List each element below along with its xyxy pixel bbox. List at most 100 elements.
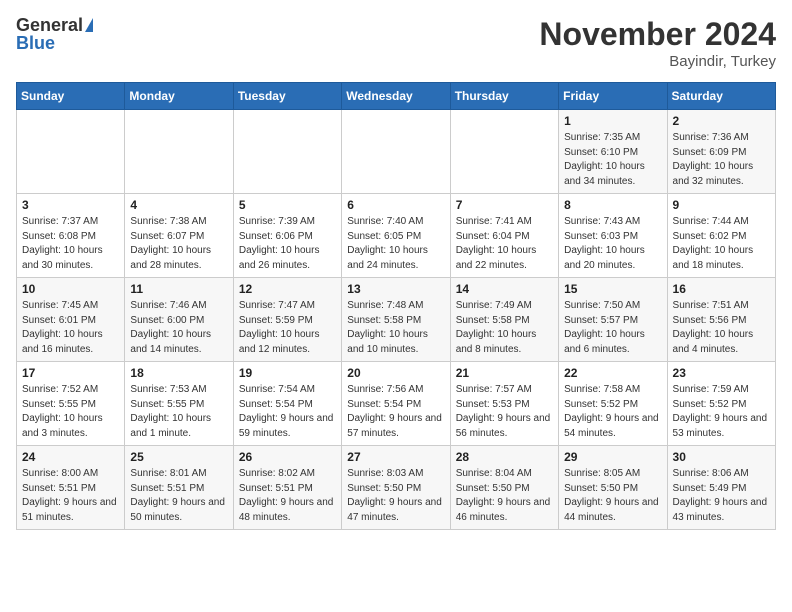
calendar-cell: 7 Sunrise: 7:41 AMSunset: 6:04 PMDayligh… [450, 194, 558, 278]
weekday-header: Monday [125, 83, 233, 110]
calendar-cell: 30 Sunrise: 8:06 AMSunset: 5:49 PMDaylig… [667, 446, 775, 530]
logo: General Blue [16, 16, 93, 52]
weekday-header: Saturday [667, 83, 775, 110]
day-number: 2 [673, 114, 770, 128]
cell-info: Sunrise: 8:03 AMSunset: 5:50 PMDaylight:… [347, 467, 444, 525]
weekday-header: Friday [559, 83, 667, 110]
day-number: 6 [347, 198, 444, 212]
page-header: General Blue November 2024 Bayindir, Tur… [16, 16, 776, 70]
month-title: November 2024 [539, 16, 776, 53]
cell-info: Sunrise: 7:37 AMSunset: 6:08 PMDaylight:… [22, 215, 119, 273]
cell-info: Sunrise: 7:59 AMSunset: 5:52 PMDaylight:… [673, 383, 770, 441]
calendar-cell: 29 Sunrise: 8:05 AMSunset: 5:50 PMDaylig… [559, 446, 667, 530]
cell-info: Sunrise: 7:56 AMSunset: 5:54 PMDaylight:… [347, 383, 444, 441]
calendar-cell: 2 Sunrise: 7:36 AMSunset: 6:09 PMDayligh… [667, 110, 775, 194]
calendar-cell: 24 Sunrise: 8:00 AMSunset: 5:51 PMDaylig… [17, 446, 125, 530]
weekday-header: Sunday [17, 83, 125, 110]
calendar-cell: 21 Sunrise: 7:57 AMSunset: 5:53 PMDaylig… [450, 362, 558, 446]
day-number: 15 [564, 282, 661, 296]
cell-info: Sunrise: 8:02 AMSunset: 5:51 PMDaylight:… [239, 467, 336, 525]
cell-info: Sunrise: 8:01 AMSunset: 5:51 PMDaylight:… [130, 467, 227, 525]
cell-info: Sunrise: 8:05 AMSunset: 5:50 PMDaylight:… [564, 467, 661, 525]
cell-info: Sunrise: 7:54 AMSunset: 5:54 PMDaylight:… [239, 383, 336, 441]
cell-info: Sunrise: 7:44 AMSunset: 6:02 PMDaylight:… [673, 215, 770, 273]
cell-info: Sunrise: 7:35 AMSunset: 6:10 PMDaylight:… [564, 131, 661, 189]
cell-info: Sunrise: 8:00 AMSunset: 5:51 PMDaylight:… [22, 467, 119, 525]
day-number: 23 [673, 366, 770, 380]
day-number: 24 [22, 450, 119, 464]
day-number: 16 [673, 282, 770, 296]
weekday-header: Wednesday [342, 83, 450, 110]
calendar-cell: 8 Sunrise: 7:43 AMSunset: 6:03 PMDayligh… [559, 194, 667, 278]
cell-info: Sunrise: 7:41 AMSunset: 6:04 PMDaylight:… [456, 215, 553, 273]
cell-info: Sunrise: 7:51 AMSunset: 5:56 PMDaylight:… [673, 299, 770, 357]
cell-info: Sunrise: 7:50 AMSunset: 5:57 PMDaylight:… [564, 299, 661, 357]
calendar-cell: 20 Sunrise: 7:56 AMSunset: 5:54 PMDaylig… [342, 362, 450, 446]
day-number: 8 [564, 198, 661, 212]
calendar-cell: 4 Sunrise: 7:38 AMSunset: 6:07 PMDayligh… [125, 194, 233, 278]
day-number: 14 [456, 282, 553, 296]
day-number: 4 [130, 198, 227, 212]
calendar-cell: 12 Sunrise: 7:47 AMSunset: 5:59 PMDaylig… [233, 278, 341, 362]
day-number: 5 [239, 198, 336, 212]
day-number: 9 [673, 198, 770, 212]
day-number: 25 [130, 450, 227, 464]
calendar-cell [233, 110, 341, 194]
cell-info: Sunrise: 7:49 AMSunset: 5:58 PMDaylight:… [456, 299, 553, 357]
cell-info: Sunrise: 7:43 AMSunset: 6:03 PMDaylight:… [564, 215, 661, 273]
logo-triangle-icon [85, 18, 93, 32]
calendar-cell: 19 Sunrise: 7:54 AMSunset: 5:54 PMDaylig… [233, 362, 341, 446]
day-number: 21 [456, 366, 553, 380]
calendar-cell [17, 110, 125, 194]
day-number: 10 [22, 282, 119, 296]
calendar-cell [125, 110, 233, 194]
day-number: 22 [564, 366, 661, 380]
calendar-cell: 5 Sunrise: 7:39 AMSunset: 6:06 PMDayligh… [233, 194, 341, 278]
cell-info: Sunrise: 7:53 AMSunset: 5:55 PMDaylight:… [130, 383, 227, 441]
weekday-header: Tuesday [233, 83, 341, 110]
calendar-cell: 1 Sunrise: 7:35 AMSunset: 6:10 PMDayligh… [559, 110, 667, 194]
calendar-table: SundayMondayTuesdayWednesdayThursdayFrid… [16, 82, 776, 530]
logo-blue-text: Blue [16, 34, 55, 52]
title-area: November 2024 Bayindir, Turkey [539, 16, 776, 70]
cell-info: Sunrise: 7:38 AMSunset: 6:07 PMDaylight:… [130, 215, 227, 273]
cell-info: Sunrise: 7:45 AMSunset: 6:01 PMDaylight:… [22, 299, 119, 357]
day-number: 29 [564, 450, 661, 464]
calendar-cell: 14 Sunrise: 7:49 AMSunset: 5:58 PMDaylig… [450, 278, 558, 362]
calendar-cell: 28 Sunrise: 8:04 AMSunset: 5:50 PMDaylig… [450, 446, 558, 530]
cell-info: Sunrise: 7:47 AMSunset: 5:59 PMDaylight:… [239, 299, 336, 357]
day-number: 30 [673, 450, 770, 464]
day-number: 28 [456, 450, 553, 464]
calendar-week-row: 3 Sunrise: 7:37 AMSunset: 6:08 PMDayligh… [17, 194, 776, 278]
calendar-cell: 27 Sunrise: 8:03 AMSunset: 5:50 PMDaylig… [342, 446, 450, 530]
calendar-cell: 18 Sunrise: 7:53 AMSunset: 5:55 PMDaylig… [125, 362, 233, 446]
calendar-cell: 6 Sunrise: 7:40 AMSunset: 6:05 PMDayligh… [342, 194, 450, 278]
calendar-cell: 15 Sunrise: 7:50 AMSunset: 5:57 PMDaylig… [559, 278, 667, 362]
calendar-body: 1 Sunrise: 7:35 AMSunset: 6:10 PMDayligh… [17, 110, 776, 530]
calendar-cell: 22 Sunrise: 7:58 AMSunset: 5:52 PMDaylig… [559, 362, 667, 446]
cell-info: Sunrise: 8:04 AMSunset: 5:50 PMDaylight:… [456, 467, 553, 525]
cell-info: Sunrise: 7:57 AMSunset: 5:53 PMDaylight:… [456, 383, 553, 441]
cell-info: Sunrise: 7:46 AMSunset: 6:00 PMDaylight:… [130, 299, 227, 357]
cell-info: Sunrise: 7:36 AMSunset: 6:09 PMDaylight:… [673, 131, 770, 189]
calendar-cell: 10 Sunrise: 7:45 AMSunset: 6:01 PMDaylig… [17, 278, 125, 362]
cell-info: Sunrise: 7:39 AMSunset: 6:06 PMDaylight:… [239, 215, 336, 273]
calendar-week-row: 17 Sunrise: 7:52 AMSunset: 5:55 PMDaylig… [17, 362, 776, 446]
location: Bayindir, Turkey [539, 53, 776, 70]
calendar-cell [342, 110, 450, 194]
calendar-cell: 26 Sunrise: 8:02 AMSunset: 5:51 PMDaylig… [233, 446, 341, 530]
calendar-cell: 16 Sunrise: 7:51 AMSunset: 5:56 PMDaylig… [667, 278, 775, 362]
calendar-cell: 11 Sunrise: 7:46 AMSunset: 6:00 PMDaylig… [125, 278, 233, 362]
day-number: 18 [130, 366, 227, 380]
day-number: 17 [22, 366, 119, 380]
calendar-cell: 23 Sunrise: 7:59 AMSunset: 5:52 PMDaylig… [667, 362, 775, 446]
cell-info: Sunrise: 7:58 AMSunset: 5:52 PMDaylight:… [564, 383, 661, 441]
day-number: 27 [347, 450, 444, 464]
calendar-cell [450, 110, 558, 194]
calendar-header: SundayMondayTuesdayWednesdayThursdayFrid… [17, 83, 776, 110]
calendar-cell: 9 Sunrise: 7:44 AMSunset: 6:02 PMDayligh… [667, 194, 775, 278]
calendar-week-row: 1 Sunrise: 7:35 AMSunset: 6:10 PMDayligh… [17, 110, 776, 194]
calendar-cell: 17 Sunrise: 7:52 AMSunset: 5:55 PMDaylig… [17, 362, 125, 446]
calendar-week-row: 10 Sunrise: 7:45 AMSunset: 6:01 PMDaylig… [17, 278, 776, 362]
cell-info: Sunrise: 7:52 AMSunset: 5:55 PMDaylight:… [22, 383, 119, 441]
